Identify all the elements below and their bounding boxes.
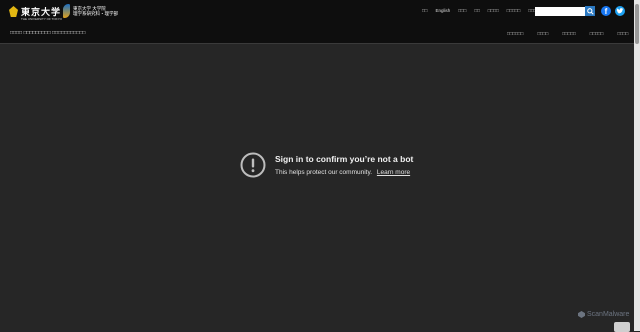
watermark: ScanMalware [578,311,629,318]
top-nav-english[interactable]: English [435,8,450,13]
top-nav-item[interactable]: □□ [422,8,427,13]
main-nav: □□□□□□ □□□□ □□□□□ □□□□□ □□□□ [507,31,640,36]
top-nav-item[interactable]: □□□ [458,8,466,13]
top-nav-item[interactable]: □□□□ [488,8,499,13]
main-nav-item[interactable]: □□□□□ [590,31,604,36]
bot-check-notice: Sign in to confirm you’re not a bot This… [240,152,413,178]
watermark-logo-icon [578,311,585,318]
search-button[interactable] [585,6,595,16]
school-of-science-logo[interactable]: 東京大学 大学院 理学系研究科・理学部 [63,4,118,18]
alert-icon [240,152,266,178]
department-title[interactable]: □□□□ □□□□□□□□□ □□□□□□□□□□□ [10,30,85,36]
facebook-icon[interactable]: f [601,6,611,16]
top-nav-item[interactable]: □□ [474,8,479,13]
search-icon [586,7,594,15]
university-logo[interactable]: 東京大学 THE UNIVERSITY OF TOKYO [9,5,63,21]
main-nav-item[interactable]: □□□□ [617,31,628,36]
twitter-icon[interactable] [615,6,625,16]
scrollbar-thumb[interactable] [635,4,639,44]
school-logo-line2: 理学系研究科・理学部 [73,11,118,16]
notice-title: Sign in to confirm you’re not a bot [275,154,414,164]
university-english-name: THE UNIVERSITY OF TOKYO [21,17,63,21]
search-input[interactable] [535,7,585,16]
site-header: 東京大学 THE UNIVERSITY OF TOKYO 東京大学 大学院 理学… [0,0,634,44]
science-logo-icon [63,4,70,18]
top-nav: □□ English □□□ □□ □□□□ □□□□□ □□□□ [422,8,547,13]
top-nav-item[interactable]: □□□□□ [507,8,521,13]
watermark-text: ScanMalware [587,311,630,318]
seal-logo-icon [9,6,18,17]
notice-message: This helps protect our community. [275,169,373,176]
page-scrollbar[interactable] [634,0,640,331]
main-nav-item[interactable]: □□□□ [537,31,548,36]
learn-more-link[interactable]: Learn more [377,169,410,176]
main-nav-item[interactable]: □□□□□□ [507,31,523,36]
main-nav-item[interactable]: □□□□□ [562,31,576,36]
